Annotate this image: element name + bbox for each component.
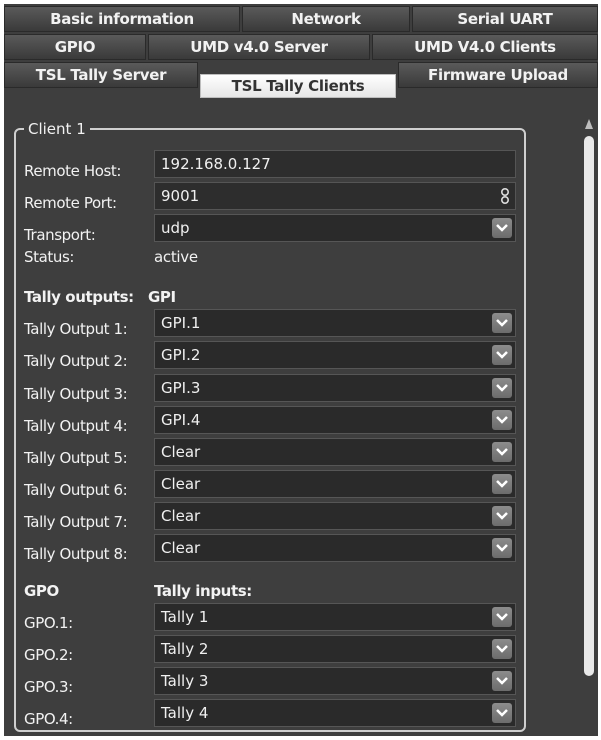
remote-port-input[interactable]: 9001 xyxy=(154,182,516,210)
chevron-down-icon[interactable] xyxy=(492,474,512,494)
tally-output-4-value: GPI.4 xyxy=(161,411,201,429)
remote-host-input[interactable]: 192.168.0.127 xyxy=(154,150,516,178)
gpo-3-select[interactable]: Tally 3 xyxy=(154,667,516,695)
remote-host-label: Remote Host: xyxy=(24,162,122,180)
remote-host-value: 192.168.0.127 xyxy=(161,155,271,173)
scrollbar-thumb[interactable] xyxy=(584,136,594,676)
tally-output-3-value: GPI.3 xyxy=(161,379,201,397)
chevron-down-icon[interactable] xyxy=(492,506,512,526)
chevron-down-icon[interactable] xyxy=(492,671,512,691)
tally-output-1-value: GPI.1 xyxy=(161,314,201,332)
chevron-down-icon[interactable] xyxy=(492,378,512,398)
gpo-1-select[interactable]: Tally 1 xyxy=(154,603,516,631)
tally-output-1-label: Tally Output 1: xyxy=(24,320,128,338)
tab-network[interactable]: Network xyxy=(242,6,410,32)
tab-tsl-tally-server[interactable]: TSL Tally Server xyxy=(4,62,198,88)
status-label: Status: xyxy=(24,248,75,266)
tally-output-2-label: Tally Output 2: xyxy=(24,352,128,370)
transport-label: Transport: xyxy=(24,226,96,244)
remote-port-value: 9001 xyxy=(161,187,200,205)
tally-output-3-label: Tally Output 3: xyxy=(24,385,128,403)
status-value: active xyxy=(154,248,198,266)
gpo-1-label: GPO.1: xyxy=(24,614,73,632)
tab-tsl-tally-clients[interactable]: TSL Tally Clients xyxy=(200,74,396,98)
scroll-up-icon[interactable] xyxy=(584,118,594,130)
transport-select[interactable]: udp xyxy=(154,214,516,242)
gpo-3-label: GPO.3: xyxy=(24,678,73,696)
tally-output-1-select[interactable]: GPI.1 xyxy=(154,309,516,337)
chevron-down-icon[interactable] xyxy=(492,703,512,723)
tally-output-6-select[interactable]: Clear xyxy=(154,470,516,498)
chevron-down-icon[interactable] xyxy=(492,538,512,558)
tally-output-2-select[interactable]: GPI.2 xyxy=(154,341,516,369)
tally-output-8-select[interactable]: Clear xyxy=(154,534,516,562)
tally-output-5-select[interactable]: Clear xyxy=(154,438,516,466)
tally-output-3-select[interactable]: GPI.3 xyxy=(154,374,516,402)
tally-output-4-select[interactable]: GPI.4 xyxy=(154,406,516,434)
tab-firmware-upload[interactable]: Firmware Upload xyxy=(398,62,598,88)
tab-umd-v40-clients[interactable]: UMD V4.0 Clients xyxy=(372,34,598,60)
gpo-3-value: Tally 3 xyxy=(161,672,209,690)
app-window: Basic information Network Serial UART GP… xyxy=(4,4,598,736)
tally-output-8-value: Clear xyxy=(161,539,201,557)
tally-output-6-value: Clear xyxy=(161,475,201,493)
tally-output-7-select[interactable]: Clear xyxy=(154,502,516,530)
tally-output-6-label: Tally Output 6: xyxy=(24,481,128,499)
tally-output-8-label: Tally Output 8: xyxy=(24,545,128,563)
gpo-1-value: Tally 1 xyxy=(161,608,209,626)
tally-output-7-label: Tally Output 7: xyxy=(24,513,128,531)
tally-output-4-label: Tally Output 4: xyxy=(24,417,128,435)
chevron-down-icon[interactable] xyxy=(492,345,512,365)
client-group-title: Client 1 xyxy=(24,122,90,137)
vertical-scrollbar[interactable] xyxy=(581,114,597,732)
gpo-heading: GPO xyxy=(24,582,59,600)
tally-output-5-value: Clear xyxy=(161,443,201,461)
chevron-down-icon[interactable] xyxy=(492,442,512,462)
chevron-down-icon[interactable] xyxy=(492,218,512,238)
tab-umd-v40-server[interactable]: UMD v4.0 Server xyxy=(148,34,370,60)
tab-serial-uart[interactable]: Serial UART xyxy=(412,6,598,32)
gpo-4-select[interactable]: Tally 4 xyxy=(154,699,516,727)
gpo-4-value: Tally 4 xyxy=(161,704,209,722)
chevron-down-icon[interactable] xyxy=(492,410,512,430)
tally-output-7-value: Clear xyxy=(161,507,201,525)
chevron-down-icon[interactable] xyxy=(492,607,512,627)
transport-value: udp xyxy=(161,219,190,237)
tab-gpio[interactable]: GPIO xyxy=(4,34,146,60)
tab-basic-information[interactable]: Basic information xyxy=(4,6,240,32)
gpo-4-label: GPO.4: xyxy=(24,710,73,728)
gpi-heading: GPI xyxy=(148,288,176,306)
gpo-2-select[interactable]: Tally 2 xyxy=(154,635,516,663)
chevron-down-icon[interactable] xyxy=(492,313,512,333)
spinner-icon[interactable] xyxy=(499,187,511,205)
remote-port-label: Remote Port: xyxy=(24,194,117,212)
tally-output-2-value: GPI.2 xyxy=(161,346,201,364)
tally-output-5-label: Tally Output 5: xyxy=(24,449,128,467)
tally-inputs-heading: Tally inputs: xyxy=(154,582,252,600)
gpo-2-label: GPO.2: xyxy=(24,646,73,664)
gpo-2-value: Tally 2 xyxy=(161,640,209,658)
tally-outputs-heading: Tally outputs: xyxy=(24,288,134,306)
chevron-down-icon[interactable] xyxy=(492,639,512,659)
